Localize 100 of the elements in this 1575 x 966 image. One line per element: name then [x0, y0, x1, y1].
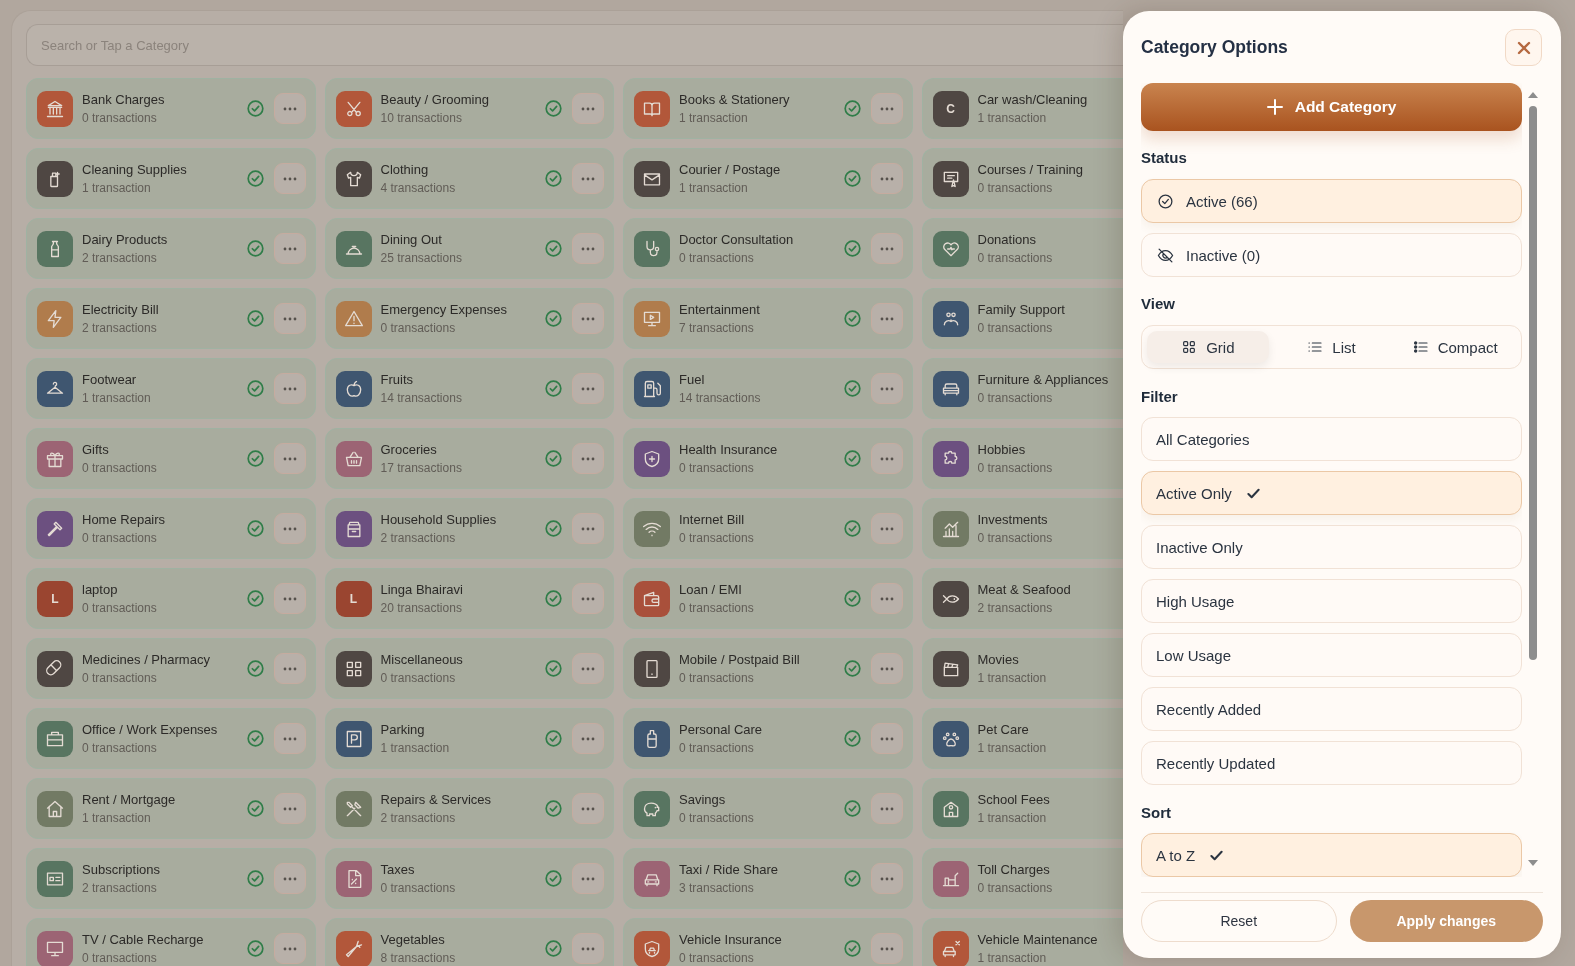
category-card[interactable]: Investments 0 transactions [921, 498, 1123, 559]
category-card[interactable]: Rent / Mortgage 1 transaction [26, 778, 316, 839]
more-button[interactable] [870, 93, 903, 124]
filter-option[interactable]: Inactive Only [1141, 525, 1522, 569]
category-card[interactable]: L Linga Bhairavi 20 transactions [324, 568, 614, 629]
status-option[interactable]: Inactive (0) [1141, 233, 1522, 277]
view-tab[interactable]: List [1270, 331, 1393, 363]
category-card[interactable]: Groceries 17 transactions [324, 428, 614, 489]
category-card[interactable]: Entertainment 7 transactions [623, 288, 913, 349]
more-button[interactable] [572, 723, 604, 754]
more-button[interactable] [273, 513, 306, 544]
more-button[interactable] [572, 793, 604, 824]
close-button[interactable] [1505, 29, 1542, 66]
more-button[interactable] [572, 583, 604, 614]
category-card[interactable]: Electricity Bill 2 transactions [26, 288, 316, 349]
category-card[interactable]: Donations 0 transactions [921, 218, 1123, 279]
category-card[interactable]: TV / Cable Recharge 0 transactions [26, 918, 316, 966]
filter-option[interactable]: High Usage [1141, 579, 1522, 623]
category-card[interactable]: Pet Care 1 transaction [921, 708, 1123, 769]
category-card[interactable]: Meat & Seafood 2 transactions [921, 568, 1123, 629]
more-button[interactable] [870, 653, 903, 684]
more-button[interactable] [273, 863, 306, 894]
category-card[interactable]: Savings 0 transactions [623, 778, 913, 839]
add-category-button[interactable]: Add Category [1141, 83, 1522, 131]
category-card[interactable]: Family Support 0 transactions [921, 288, 1123, 349]
category-card[interactable]: Taxi / Ride Share 3 transactions [623, 848, 913, 909]
more-button[interactable] [572, 513, 604, 544]
category-card[interactable]: Parking 1 transaction [324, 708, 614, 769]
category-card[interactable]: Toll Charges 0 transactions [921, 848, 1123, 909]
category-card[interactable]: Movies 1 transaction [921, 638, 1123, 699]
category-card[interactable]: Fruits 14 transactions [324, 358, 614, 419]
more-button[interactable] [273, 303, 306, 334]
category-card[interactable]: L laptop 0 transactions [26, 568, 316, 629]
sort-option[interactable]: A to Z [1141, 833, 1522, 877]
category-card[interactable]: Medicines / Pharmacy 0 transactions [26, 638, 316, 699]
category-card[interactable]: Vehicle Maintenance 1 transaction [921, 918, 1123, 966]
more-button[interactable] [870, 443, 903, 474]
category-card[interactable]: Health Insurance 0 transactions [623, 428, 913, 489]
category-card[interactable]: Clothing 4 transactions [324, 148, 614, 209]
view-tab[interactable]: Compact [1394, 331, 1516, 363]
category-card[interactable]: Doctor Consultation 0 transactions [623, 218, 913, 279]
more-button[interactable] [572, 443, 604, 474]
category-card[interactable]: Hobbies 0 transactions [921, 428, 1123, 489]
more-button[interactable] [273, 163, 306, 194]
category-card[interactable]: Taxes 0 transactions [324, 848, 614, 909]
more-button[interactable] [870, 373, 903, 404]
category-card[interactable]: Books & Stationery 1 transaction [623, 78, 913, 139]
scrollbar-thumb[interactable] [1529, 106, 1537, 660]
category-card[interactable]: Mobile / Postpaid Bill 0 transactions [623, 638, 913, 699]
category-card[interactable]: Vegetables 8 transactions [324, 918, 614, 966]
filter-option[interactable]: Active Only [1141, 471, 1522, 515]
more-button[interactable] [572, 93, 604, 124]
more-button[interactable] [572, 653, 604, 684]
filter-option[interactable]: All Categories [1141, 417, 1522, 461]
more-button[interactable] [572, 303, 604, 334]
category-card[interactable]: Office / Work Expenses 0 transactions [26, 708, 316, 769]
more-button[interactable] [273, 653, 306, 684]
category-card[interactable]: Footwear 1 transaction [26, 358, 316, 419]
reset-button[interactable]: Reset [1141, 900, 1337, 942]
more-button[interactable] [273, 793, 306, 824]
more-button[interactable] [273, 373, 306, 404]
more-button[interactable] [870, 863, 903, 894]
more-button[interactable] [273, 723, 306, 754]
more-button[interactable] [572, 373, 604, 404]
down-arrow-icon[interactable] [1528, 860, 1538, 866]
more-button[interactable] [870, 163, 903, 194]
more-button[interactable] [870, 933, 903, 964]
filter-option[interactable]: Low Usage [1141, 633, 1522, 677]
more-button[interactable] [273, 443, 306, 474]
more-button[interactable] [870, 793, 903, 824]
category-card[interactable]: Dairy Products 2 transactions [26, 218, 316, 279]
more-button[interactable] [572, 233, 604, 264]
more-button[interactable] [273, 933, 306, 964]
category-card[interactable]: Emergency Expenses 0 transactions [324, 288, 614, 349]
more-button[interactable] [572, 933, 604, 964]
category-card[interactable]: Loan / EMI 0 transactions [623, 568, 913, 629]
category-card[interactable]: Personal Care 0 transactions [623, 708, 913, 769]
more-button[interactable] [273, 583, 306, 614]
category-card[interactable]: Courier / Postage 1 transaction [623, 148, 913, 209]
filter-option[interactable]: Recently Added [1141, 687, 1522, 731]
category-card[interactable]: Internet Bill 0 transactions [623, 498, 913, 559]
category-card[interactable]: Repairs & Services 2 transactions [324, 778, 614, 839]
view-tab[interactable]: Grid [1147, 331, 1269, 363]
category-card[interactable]: Furniture & Appliances 0 transactions [921, 358, 1123, 419]
filter-option[interactable]: Recently Updated [1141, 741, 1522, 785]
category-card[interactable]: Subscriptions 2 transactions [26, 848, 316, 909]
category-card[interactable]: Home Repairs 0 transactions [26, 498, 316, 559]
category-card[interactable]: Courses / Training 0 transactions [921, 148, 1123, 209]
more-button[interactable] [870, 513, 903, 544]
more-button[interactable] [273, 93, 306, 124]
category-card[interactable]: Bank Charges 0 transactions [26, 78, 316, 139]
category-card[interactable]: Cleaning Supplies 1 transaction [26, 148, 316, 209]
category-card[interactable]: C Car wash/Cleaning 1 transaction [921, 78, 1123, 139]
category-card[interactable]: Fuel 14 transactions [623, 358, 913, 419]
category-card[interactable]: Dining Out 25 transactions [324, 218, 614, 279]
more-button[interactable] [870, 303, 903, 334]
more-button[interactable] [572, 163, 604, 194]
category-card[interactable]: Beauty / Grooming 10 transactions [324, 78, 614, 139]
more-button[interactable] [870, 583, 903, 614]
more-button[interactable] [870, 723, 903, 754]
